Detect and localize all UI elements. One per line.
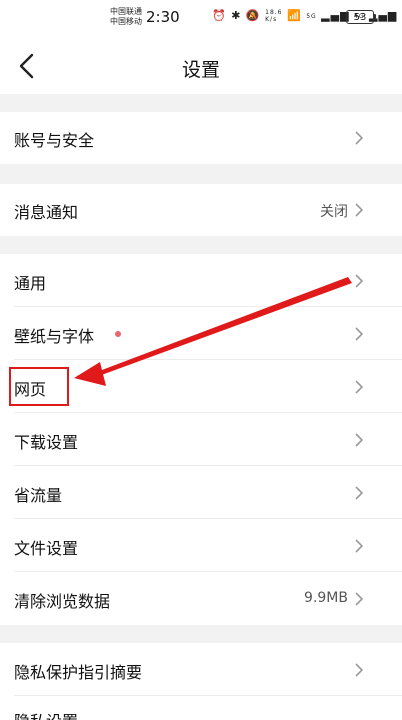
alarm-icon: ⏰	[212, 9, 227, 22]
battery-tip	[374, 14, 376, 20]
page-title: 设置	[181, 59, 220, 81]
chevron-right-icon	[355, 486, 364, 500]
bluetooth-icon: ✱	[231, 9, 242, 22]
mute-icon: 🔕	[245, 9, 261, 22]
new-badge-dot	[115, 331, 121, 337]
carrier-info: 中国联通 中国移动	[110, 7, 142, 27]
settings-item-download[interactable]: 下载设置	[0, 413, 402, 466]
cache-size-value: 9.9MB	[304, 590, 348, 606]
settings-item-notifications[interactable]: 消息通知 关闭	[0, 184, 402, 236]
settings-item-label: 通用	[14, 274, 47, 293]
settings-item-data-saver[interactable]: 省流量	[0, 466, 402, 519]
settings-item-privacy-settings[interactable]: 隐私设置	[0, 696, 402, 720]
net-speed: 18.6 K/s	[265, 9, 283, 23]
chevron-right-icon	[355, 274, 364, 288]
settings-item-label: 省流量	[14, 486, 63, 505]
clock: 2:30	[146, 8, 180, 26]
settings-item-privacy-summary[interactable]: 隐私保护指引摘要	[0, 643, 402, 696]
settings-item-label: 文件设置	[14, 539, 79, 558]
wifi-icon: 📶	[286, 9, 302, 22]
settings-item-file-settings[interactable]: 文件设置	[0, 519, 402, 572]
carrier-2: 中国移动	[110, 17, 142, 26]
chevron-right-icon	[355, 539, 364, 553]
carrier-1: 中国联通	[110, 7, 142, 16]
highlight-box	[9, 367, 69, 406]
chevron-right-icon	[355, 131, 364, 145]
chevron-right-icon	[355, 433, 364, 447]
settings-item-clear-browsing-data[interactable]: 清除浏览数据 9.9MB	[0, 572, 402, 625]
settings-item-general[interactable]: 通用	[0, 254, 402, 307]
settings-item-label: 隐私保护指引摘要	[14, 663, 143, 682]
battery-indicator: 53	[346, 10, 374, 24]
chevron-right-icon	[355, 203, 364, 217]
settings-item-label: 清除浏览数据	[14, 592, 111, 611]
status-bar: 中国联通 中国移动 2:30 ⏰ ✱ 🔕 18.6 K/s 📶 5G ▂▄▆ 4G…	[0, 0, 402, 38]
settings-item-label: 下载设置	[14, 433, 79, 452]
settings-item-label: 壁纸与字体	[14, 327, 95, 346]
settings-item-wallpaper-font[interactable]: 壁纸与字体	[0, 307, 402, 360]
network-5g: 5G	[306, 12, 317, 20]
settings-item-account-security[interactable]: 账号与安全	[0, 112, 402, 164]
notifications-status: 关闭	[320, 204, 348, 220]
chevron-right-icon	[355, 327, 364, 341]
header: 设置	[0, 38, 402, 94]
chevron-right-icon	[355, 663, 364, 677]
chevron-right-icon	[355, 380, 364, 394]
settings-item-label: 消息通知	[14, 203, 79, 222]
settings-item-label: 账号与安全	[14, 131, 95, 150]
settings-item-label: 隐私设置	[14, 708, 78, 720]
chevron-right-icon	[355, 592, 364, 606]
